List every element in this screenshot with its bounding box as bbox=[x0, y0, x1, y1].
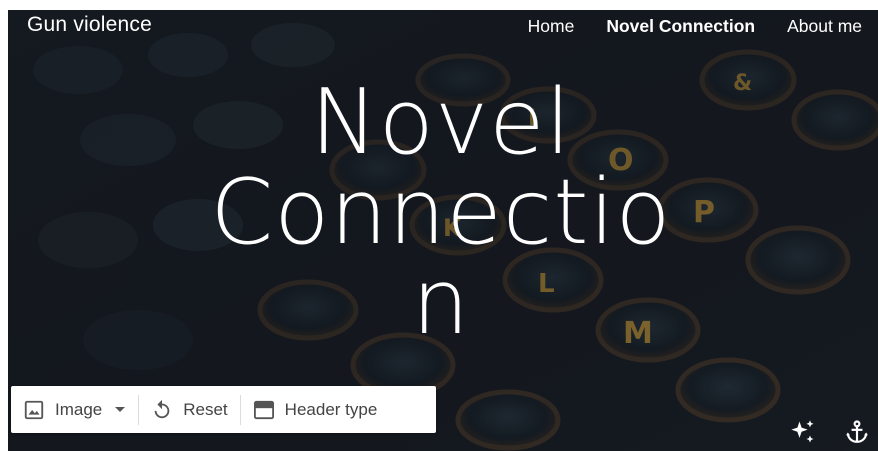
image-icon bbox=[24, 400, 44, 419]
anchor-icon[interactable] bbox=[844, 418, 870, 446]
header-editor-toolbar: Image Reset Header type bbox=[11, 386, 436, 433]
page-title-line-3: n bbox=[411, 250, 471, 355]
nav-link-home[interactable]: Home bbox=[528, 14, 575, 38]
nav-link-novel-connection[interactable]: Novel Connection bbox=[606, 14, 755, 38]
reset-button[interactable]: Reset bbox=[139, 386, 239, 433]
page-title-line-2: Connectio bbox=[210, 160, 672, 265]
reset-icon bbox=[154, 399, 170, 418]
page-title: Novel Connectio n bbox=[191, 78, 691, 348]
header-type-button[interactable]: Header type bbox=[241, 386, 390, 433]
header-type-icon bbox=[253, 400, 274, 419]
image-button-label: Image bbox=[55, 399, 103, 419]
dropdown-arrow-icon bbox=[115, 406, 126, 412]
header-type-button-label: Header type bbox=[284, 399, 378, 419]
page-title-line-1: Novel bbox=[310, 70, 572, 175]
sparkle-icon[interactable] bbox=[789, 418, 817, 446]
header-hero: O P M L K & I Gun violence Home Novel Co… bbox=[8, 10, 878, 451]
image-button[interactable]: Image bbox=[11, 386, 138, 433]
nav-link-about-me[interactable]: About me bbox=[787, 14, 862, 38]
reset-button-label: Reset bbox=[183, 399, 228, 419]
main-nav: Home Novel Connection About me bbox=[496, 14, 862, 38]
site-title[interactable]: Gun violence bbox=[27, 12, 152, 38]
